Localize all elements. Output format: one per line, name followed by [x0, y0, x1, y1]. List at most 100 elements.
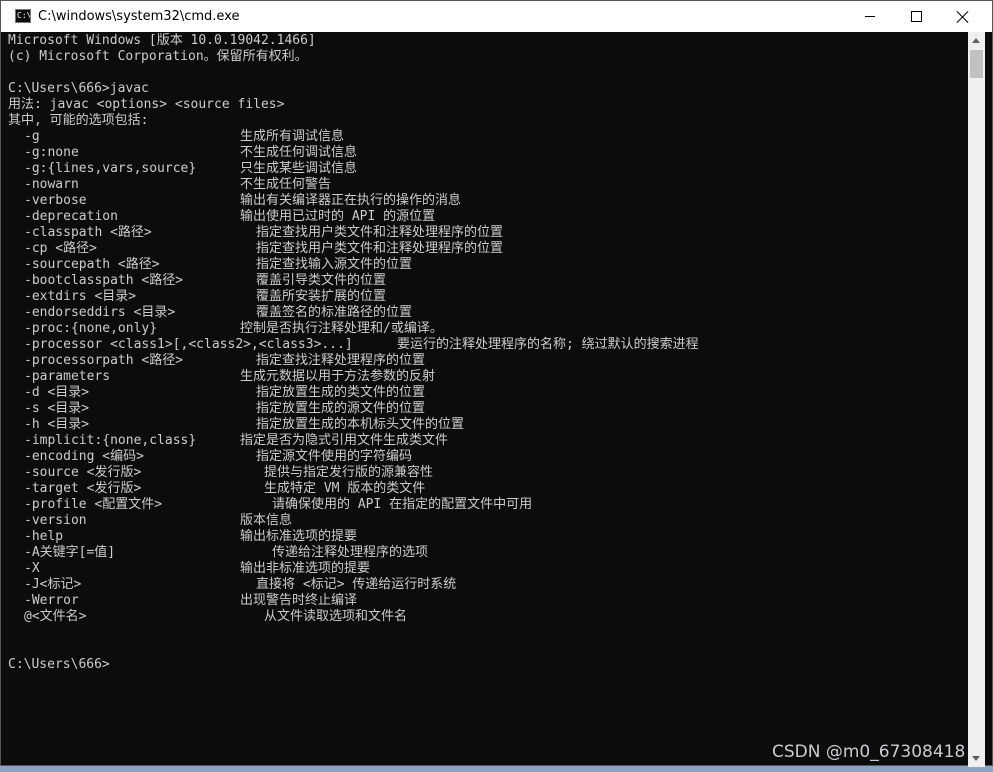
- minimize-button[interactable]: [847, 1, 893, 32]
- option-flag: -X: [24, 561, 40, 576]
- option-flag: -help: [24, 529, 64, 544]
- close-button[interactable]: [940, 1, 986, 32]
- options-list: -g 生成所有调试信息 -g:none 不生成任何调试信息 -g:{lines,vars…: [8, 129, 966, 625]
- arrow-down-icon: [972, 756, 980, 761]
- option-row: -classpath <路径> 指定查找用户类文件和注释处理程序的位置: [8, 225, 966, 241]
- option-flag: -g:{lines,vars,source}: [24, 161, 197, 176]
- option-row: -g:{lines,vars,source} 只生成某些调试信息: [8, 161, 966, 177]
- option-description: 生成所有调试信息: [240, 129, 345, 144]
- option-row: -processorpath <路径> 指定查找注释处理程序的位置: [8, 353, 966, 369]
- option-row: -proc:{none,only} 控制是否执行注释处理和/或编译。: [8, 321, 966, 337]
- option-row: -deprecation 输出使用已过时的 API 的源位置: [8, 209, 966, 225]
- option-description: 覆盖所安装扩展的位置: [256, 289, 387, 304]
- option-description: 覆盖引导类文件的位置: [256, 273, 387, 288]
- option-flag: -J<标记>: [24, 577, 82, 592]
- minimize-icon: [865, 16, 875, 17]
- option-flag: -verbose: [24, 193, 87, 208]
- console-line: Microsoft Windows [版本 10.0.19042.1466]: [8, 33, 316, 48]
- option-row: -bootclasspath <路径> 覆盖引导类文件的位置: [8, 273, 966, 289]
- console-line: C:\Users\666>javac: [8, 81, 149, 96]
- option-flag: -proc:{none,only}: [24, 321, 158, 336]
- option-flag: -Werror: [24, 593, 79, 608]
- option-row: -Werror 出现警告时终止编译: [8, 593, 966, 609]
- option-flag: -target <发行版>: [24, 481, 142, 496]
- option-flag: -s <目录>: [24, 401, 90, 416]
- option-flag: -cp <路径>: [24, 241, 97, 256]
- option-row: -X 输出非标准选项的提要: [8, 561, 966, 577]
- option-flag: -A关键字[=值]: [24, 545, 116, 560]
- option-flag: -h <目录>: [24, 417, 90, 432]
- option-flag: -nowarn: [24, 177, 79, 192]
- option-row: -s <目录> 指定放置生成的源文件的位置: [8, 401, 966, 417]
- option-flag: -processor <class1>[,<class2>,<class3>..…: [24, 337, 353, 352]
- option-description: 指定查找用户类文件和注释处理程序的位置: [256, 241, 504, 256]
- console-output[interactable]: Microsoft Windows [版本 10.0.19042.1466] (…: [8, 33, 966, 767]
- command-prompt[interactable]: C:\Users\666>: [8, 657, 966, 673]
- close-icon: [956, 10, 970, 24]
- option-row: -verbose 输出有关编译器正在执行的操作的消息: [8, 193, 966, 209]
- console-line: 用法: javac <options> <source files>: [8, 97, 285, 112]
- scroll-up-button[interactable]: [968, 32, 985, 49]
- option-description: 从文件读取选项和文件名: [264, 609, 408, 624]
- option-row: -help 输出标准选项的提要: [8, 529, 966, 545]
- option-flag: -version: [24, 513, 87, 528]
- option-flag: -implicit:{none,class}: [24, 433, 197, 448]
- option-description: 指定查找用户类文件和注释处理程序的位置: [256, 225, 504, 240]
- maximize-icon: [910, 11, 922, 22]
- option-description: 指定是否为隐式引用文件生成类文件: [240, 433, 449, 448]
- title-bar[interactable]: C:\ C:\windows\system32\cmd.exe: [1, 1, 992, 32]
- option-flag: -profile <配置文件>: [24, 497, 163, 512]
- option-row: -encoding <编码> 指定源文件使用的字符编码: [8, 449, 966, 465]
- option-description: 控制是否执行注释处理和/或编译。: [240, 321, 443, 336]
- option-row: -J<标记> 直接将 <标记> 传递给运行时系统: [8, 577, 966, 593]
- option-description: 不生成任何调试信息: [240, 145, 358, 160]
- option-description: 生成元数据以用于方法参数的反射: [240, 369, 436, 384]
- option-description: 指定放置生成的源文件的位置: [256, 401, 426, 416]
- scroll-down-button[interactable]: [968, 750, 985, 767]
- option-description: 只生成某些调试信息: [240, 161, 358, 176]
- option-row: @<文件名> 从文件读取选项和文件名: [8, 609, 966, 625]
- console-line: (c) Microsoft Corporation。保留所有权利。: [8, 49, 308, 64]
- option-description: 版本信息: [240, 513, 293, 528]
- option-flag: -g:none: [24, 145, 79, 160]
- option-flag: -parameters: [24, 369, 111, 384]
- option-description: 指定放置生成的类文件的位置: [256, 385, 426, 400]
- option-flag: @<文件名>: [24, 609, 87, 624]
- option-description: 直接将 <标记> 传递给运行时系统: [256, 577, 457, 592]
- option-flag: -source <发行版>: [24, 465, 142, 480]
- option-flag: -processorpath <路径>: [24, 353, 184, 368]
- option-row: -sourcepath <路径> 指定查找输入源文件的位置: [8, 257, 966, 273]
- option-description: 生成特定 VM 版本的类文件: [264, 481, 426, 496]
- option-description: 输出非标准选项的提要: [240, 561, 371, 576]
- option-flag: -d <目录>: [24, 385, 90, 400]
- option-row: -extdirs <目录> 覆盖所安装扩展的位置: [8, 289, 966, 305]
- option-flag: -classpath <路径>: [24, 225, 152, 240]
- arrow-up-icon: [972, 38, 980, 43]
- window-title: C:\windows\system32\cmd.exe: [38, 9, 240, 24]
- option-flag: -deprecation: [24, 209, 118, 224]
- option-description: 要运行的注释处理程序的名称; 绕过默认的搜索进程: [397, 337, 699, 352]
- option-flag: -sourcepath <路径>: [24, 257, 160, 272]
- option-row: -cp <路径> 指定查找用户类文件和注释处理程序的位置: [8, 241, 966, 257]
- option-row: -A关键字[=值] 传递给注释处理程序的选项: [8, 545, 966, 561]
- option-flag: -endorseddirs <目录>: [24, 305, 176, 320]
- vertical-scrollbar[interactable]: [968, 32, 985, 767]
- option-description: 输出有关编译器正在执行的操作的消息: [240, 193, 462, 208]
- option-description: 提供与指定发行版的源兼容性: [264, 465, 434, 480]
- option-description: 出现警告时终止编译: [240, 593, 358, 608]
- option-description: 请确保使用的 API 在指定的配置文件中可用: [272, 497, 533, 512]
- option-row: -nowarn 不生成任何警告: [8, 177, 966, 193]
- option-description: 输出使用已过时的 API 的源位置: [240, 209, 436, 224]
- cmd-app-icon[interactable]: C:\: [15, 9, 31, 23]
- maximize-button[interactable]: [893, 1, 939, 32]
- option-description: 覆盖签名的标准路径的位置: [256, 305, 413, 320]
- option-flag: -encoding <编码>: [24, 449, 144, 464]
- option-row: -parameters 生成元数据以用于方法参数的反射: [8, 369, 966, 385]
- option-description: 输出标准选项的提要: [240, 529, 358, 544]
- option-row: -processor <class1>[,<class2>,<class3>..…: [8, 337, 966, 353]
- option-description: 传递给注释处理程序的选项: [272, 545, 429, 560]
- scrollbar-thumb[interactable]: [970, 50, 983, 78]
- option-description: 指定查找注释处理程序的位置: [256, 353, 426, 368]
